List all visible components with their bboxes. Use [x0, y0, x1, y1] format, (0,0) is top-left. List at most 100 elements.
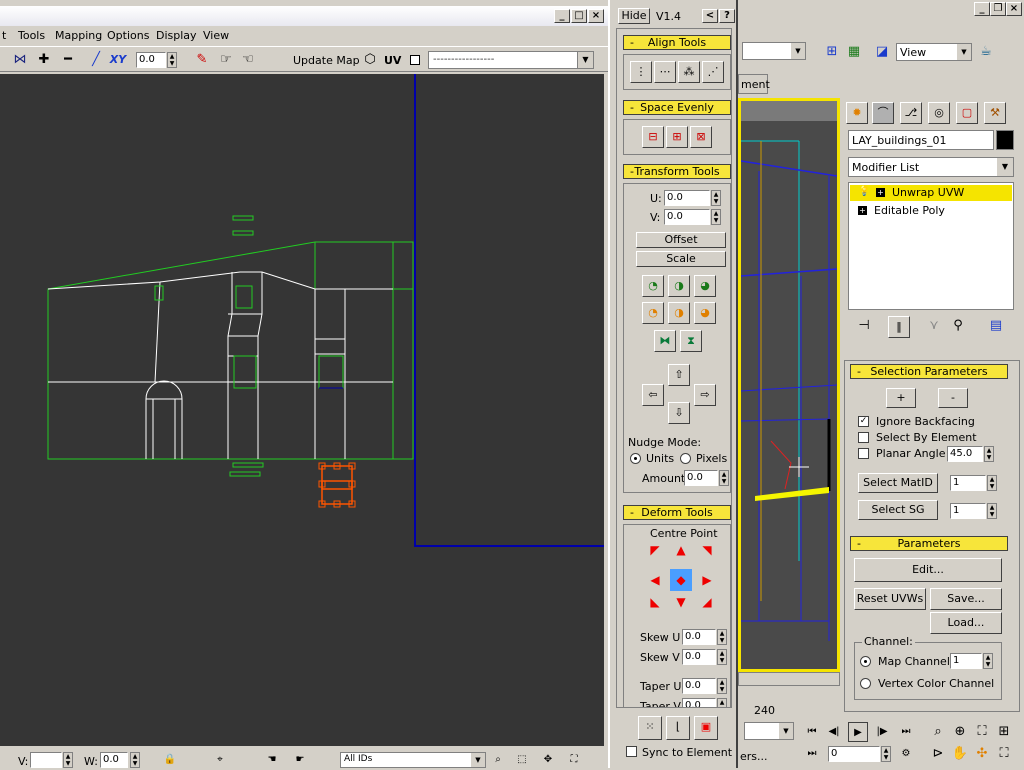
w-spinner[interactable]: ▲ ▼ [130, 752, 140, 768]
amount-spinner[interactable]: ▲ ▼ [719, 470, 729, 486]
nudge-up-icon[interactable]: ⇧ [668, 364, 690, 386]
transform-tools-header[interactable]: - Transform Tools [623, 164, 731, 179]
zoom-all-icon[interactable]: ⊕ [950, 722, 970, 742]
zoom-view-icon[interactable]: ⌕ [928, 722, 948, 742]
pick-icon[interactable]: ✎ [192, 50, 212, 70]
remove-modifier-icon[interactable]: ⚲ [948, 316, 968, 336]
max-restore-button[interactable]: ❐ [990, 2, 1006, 16]
nudge-left-icon[interactable]: ⇦ [642, 384, 664, 406]
hand-select-icon[interactable]: ☞ [216, 50, 236, 70]
skew-u-spinner[interactable]: ▲ ▼ [717, 629, 727, 645]
toolbar-value-spinner[interactable]: ▲ ▼ [167, 52, 177, 68]
ignore-backfacing-checkbox[interactable]: ✓ [858, 416, 869, 427]
pin-stack-icon[interactable]: ⊣ [854, 316, 874, 336]
select-matid-button[interactable]: Select MatID [858, 473, 938, 493]
viewport-tab[interactable]: ment [738, 74, 770, 94]
edge-bottom-icon[interactable]: ▼ [670, 595, 692, 617]
corner-br-icon[interactable]: ◢ [696, 595, 718, 617]
minimize-button[interactable]: _ [554, 9, 570, 23]
field-of-view-icon[interactable]: ⊳ [928, 744, 948, 764]
hide-button[interactable]: Hide [618, 8, 650, 24]
contract-icon[interactable]: ━ [58, 50, 78, 70]
sync-to-element-checkbox[interactable] [626, 746, 637, 757]
max-minimize-button[interactable]: _ [974, 2, 990, 16]
offset-button[interactable]: Offset [636, 232, 726, 248]
amount-field[interactable]: 0.0 [684, 470, 718, 486]
toolbar-value-field[interactable]: 0.0 [136, 52, 166, 68]
edge-top-icon[interactable]: ▲ [670, 543, 692, 565]
help-button[interactable]: ? [719, 9, 735, 23]
v-spinner[interactable]: ▲ ▼ [63, 752, 73, 768]
nudge-down-icon[interactable]: ⇩ [668, 402, 690, 424]
mirror-icon[interactable]: ⋈ [10, 50, 30, 70]
layers-icon[interactable]: ▦ [844, 42, 864, 62]
key-mode-dropdown[interactable]: ▼ [744, 722, 794, 740]
uv-toggle[interactable]: UV [384, 54, 401, 67]
object-name-field[interactable]: LAY_buildings_01 [848, 130, 994, 150]
create-tab-icon[interactable]: ✹ [846, 102, 868, 124]
line-tool-icon[interactable]: ╱ [86, 50, 106, 70]
xy-toggle[interactable]: XY [108, 50, 128, 70]
goto-start-icon[interactable]: ⏮ [802, 722, 822, 742]
play-icon[interactable]: ▶ [848, 722, 868, 742]
nav-prev-button[interactable]: < [702, 9, 718, 23]
expand-plus-icon[interactable]: + [876, 188, 885, 197]
select-faces-icon[interactable]: ▣ [694, 716, 718, 740]
checker-toggle-icon[interactable] [410, 55, 420, 65]
align-center-icon[interactable]: ⁂ [678, 61, 700, 83]
align-horizontal-icon[interactable]: ⋯ [654, 61, 676, 83]
space-evenly-header[interactable]: - Space Evenly [623, 100, 731, 115]
display-tab-icon[interactable]: ▢ [956, 102, 978, 124]
selection-parameters-header[interactable]: - Selection Parameters [850, 364, 1008, 379]
rotate-ccw-orange-icon[interactable]: ◔ [642, 302, 664, 324]
map-channel-radio[interactable] [860, 656, 871, 667]
rotate-cw-orange-icon[interactable]: ◕ [694, 302, 716, 324]
flip-horizontal-icon[interactable]: ⧓ [654, 330, 676, 352]
taper-u-field[interactable]: 0.0 [682, 678, 716, 694]
menu-mapping[interactable]: Mapping [55, 29, 102, 42]
key-mode-icon[interactable]: ⏭ [802, 744, 822, 764]
next-frame-icon[interactable]: |▶ [872, 722, 892, 742]
corner-tr-icon[interactable]: ◥ [696, 543, 718, 565]
hand-deselect-icon[interactable]: ☜ [238, 50, 258, 70]
goto-end-icon[interactable]: ⏭ [896, 722, 916, 742]
parameters-header[interactable]: - Parameters [850, 536, 1008, 551]
object-color-swatch[interactable] [996, 130, 1014, 150]
taper-v-field[interactable]: 0.0 [682, 698, 716, 707]
centre-icon[interactable]: ◆ [670, 569, 692, 591]
u-field[interactable]: 0.0 [664, 190, 710, 206]
grow-selection-button[interactable]: + [886, 388, 916, 408]
scale-button[interactable]: Scale [636, 251, 726, 267]
configure-sets-icon[interactable]: ▤ [986, 316, 1006, 336]
stack-item-unwrap-uvw[interactable]: 💡 + Unwrap UVW [850, 185, 1012, 201]
lock-icon[interactable]: 🔒 [160, 750, 180, 770]
taper-u-spinner[interactable]: ▲ ▼ [717, 678, 727, 694]
menu-options[interactable]: Options [107, 29, 149, 42]
taper-v-spinner[interactable]: ▲▼ [717, 698, 727, 707]
maximize-button[interactable]: □ [571, 9, 587, 23]
planar-angle-field[interactable]: 45.0 [947, 446, 983, 462]
select-by-element-checkbox[interactable] [858, 432, 869, 443]
utilities-tab-icon[interactable]: ⚒ [984, 102, 1006, 124]
skew-v-spinner[interactable]: ▲ ▼ [717, 649, 727, 665]
select-vertices-icon[interactable]: ⁙ [638, 716, 662, 740]
map-dropdown[interactable]: ----------------- ▼ [428, 51, 594, 69]
schematic-icon[interactable]: ◪ [872, 42, 892, 62]
u-spinner[interactable]: ▲ ▼ [711, 190, 721, 206]
planar-angle-checkbox[interactable] [858, 448, 869, 459]
align-tools-header[interactable]: - Align Tools [623, 35, 731, 50]
select-sg-button[interactable]: Select SG [858, 500, 938, 520]
corner-bl-icon[interactable]: ◣ [644, 595, 666, 617]
frame-field[interactable]: 0 [828, 746, 880, 762]
menu-edit[interactable]: t [2, 29, 6, 42]
make-unique-icon[interactable]: ⋎ [924, 316, 944, 336]
v-spinner[interactable]: ▲ ▼ [711, 209, 721, 225]
zoom-extents-icon[interactable]: ⛶ [972, 722, 992, 742]
align-diagonal-icon[interactable]: ⋰ [702, 61, 724, 83]
modifier-list-dropdown[interactable]: Modifier List ▼ [848, 157, 1014, 177]
rotate-cw-icon[interactable]: ◕ [694, 275, 716, 297]
perspective-viewport[interactable] [738, 98, 840, 672]
zoom-icon[interactable]: ⌕ [488, 750, 508, 770]
prev-frame-icon[interactable]: ◀| [824, 722, 844, 742]
menu-display[interactable]: Display [156, 29, 197, 42]
